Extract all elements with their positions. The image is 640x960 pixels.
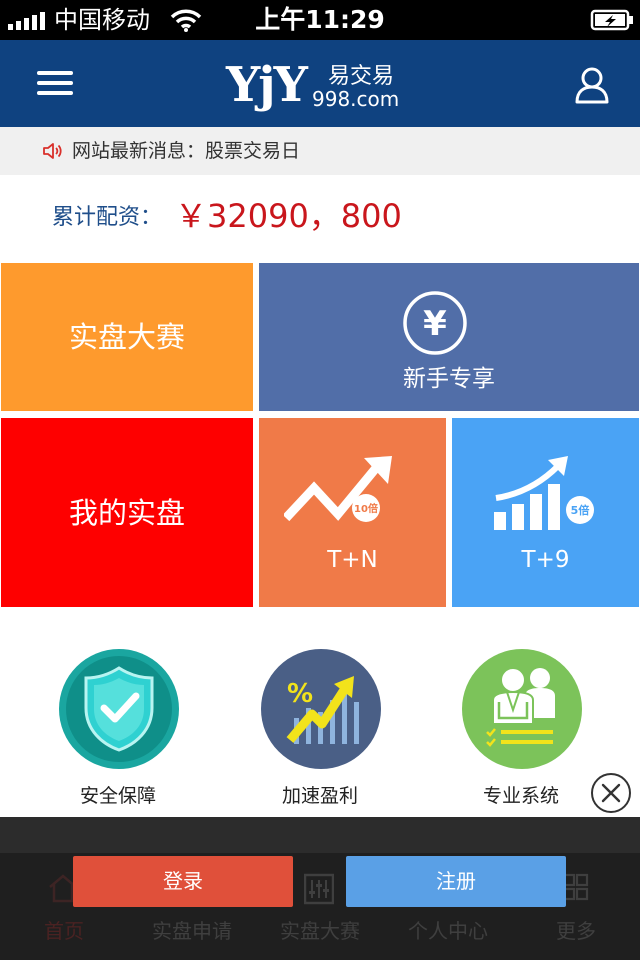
clock: 上午11:29 <box>255 5 385 34</box>
my-account-tile-label: 我的实盘 <box>68 496 185 530</box>
contest-tile-label: 实盘大赛 <box>68 320 185 354</box>
tab-label: 个人中心 <box>408 919 488 943</box>
contest-tile[interactable]: 实盘大赛 <box>1 263 253 411</box>
t9-tile-label: T+9 <box>521 547 570 573</box>
tab-label: 首页 <box>44 919 84 943</box>
feature-label: 加速盈利 <box>281 785 358 807</box>
sliders-icon <box>304 873 334 905</box>
svg-text:5倍: 5倍 <box>571 503 590 517</box>
t9-tile[interactable]: 5倍 T+9 <box>452 418 639 607</box>
funding-summary: 累计配资： ￥32090，800 <box>0 175 640 261</box>
login-button[interactable]: 登录 <box>73 856 293 907</box>
register-button[interactable]: 注册 <box>346 856 566 907</box>
tab-label: 实盘大赛 <box>280 919 360 943</box>
tab-label: 更多 <box>556 919 596 943</box>
logo-domain: 998.com <box>312 87 400 111</box>
feature-label: 专业系统 <box>482 785 559 807</box>
trend-up-icon: 10倍 <box>284 456 392 522</box>
yuan-coin-icon: ¥ <box>403 291 467 355</box>
feature-system[interactable]: 专业系统 <box>451 646 591 816</box>
speaker-icon <box>43 143 62 159</box>
battery-charging-icon <box>590 9 633 31</box>
tn-tile[interactable]: 10倍 T+N <box>259 418 446 607</box>
close-icon[interactable] <box>590 772 632 814</box>
logo-mark: YjY <box>226 57 308 113</box>
feature-security[interactable]: 安全保障 <box>48 646 188 816</box>
growth-arrow-icon: % <box>261 649 381 769</box>
newbie-tile[interactable]: ¥ 新手专享 <box>259 263 639 411</box>
funding-value: ￥32090，800 <box>175 197 402 235</box>
svg-text:¥: ¥ <box>423 304 447 344</box>
my-account-tile[interactable]: 我的实盘 <box>1 418 253 607</box>
menu-icon[interactable] <box>37 67 73 99</box>
shield-check-icon <box>59 649 179 769</box>
feature-profit[interactable]: % 加速盈利 <box>250 646 390 816</box>
overlay-strip <box>0 817 640 853</box>
status-bar: 中国移动 上午11:29 <box>0 0 640 40</box>
bar-growth-icon: 5倍 <box>494 456 594 530</box>
site-logo[interactable]: YjY 易交易 998.com <box>226 57 400 114</box>
funding-label: 累计配资： <box>52 205 163 230</box>
news-ticker[interactable]: 网站最新消息：股票交易日 <box>0 127 640 175</box>
svg-text:10倍: 10倍 <box>354 502 378 515</box>
svg-text:%: % <box>287 679 313 709</box>
app-header: YjY 易交易 998.com <box>0 40 640 127</box>
tab-label: 实盘申请 <box>152 919 232 943</box>
team-checklist-icon <box>462 649 582 769</box>
newbie-tile-label: 新手专享 <box>403 366 495 392</box>
tn-tile-label: T+N <box>327 547 378 573</box>
user-icon[interactable] <box>574 66 610 104</box>
feature-label: 安全保障 <box>79 785 156 807</box>
news-text: 网站最新消息：股票交易日 <box>72 140 301 162</box>
